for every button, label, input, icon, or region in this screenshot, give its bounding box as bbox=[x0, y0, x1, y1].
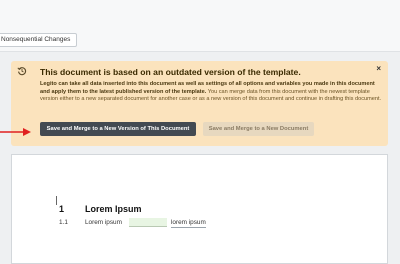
arrow-right-icon bbox=[0, 128, 31, 136]
tab-nonsequential-changes[interactable]: Nonsequential Changes bbox=[0, 33, 78, 47]
text-cursor bbox=[56, 196, 57, 205]
heading-number: 1 bbox=[59, 204, 65, 214]
history-icon bbox=[17, 67, 27, 76]
clause-text-after: lorem ipsum bbox=[171, 219, 206, 228]
clause-number: 1.1 bbox=[59, 219, 68, 226]
top-toolbar: Nonsequential Changes bbox=[0, 0, 400, 52]
outdated-template-banner: This document is based on an outdated ve… bbox=[11, 61, 388, 146]
banner-message: Legito can take all data inserted into t… bbox=[40, 81, 383, 104]
document-page bbox=[11, 154, 388, 264]
merge-new-document-button[interactable]: Save and Merge to a New Document bbox=[203, 122, 314, 136]
clause-text-before: Lorem ipsum bbox=[85, 219, 122, 226]
text-input-field[interactable] bbox=[129, 218, 167, 227]
merge-new-version-button[interactable]: Save and Merge to a New Version of This … bbox=[40, 122, 196, 136]
close-icon[interactable]: × bbox=[376, 64, 381, 73]
heading-title: Lorem Ipsum bbox=[85, 204, 142, 214]
banner-title: This document is based on an outdated ve… bbox=[40, 67, 301, 77]
